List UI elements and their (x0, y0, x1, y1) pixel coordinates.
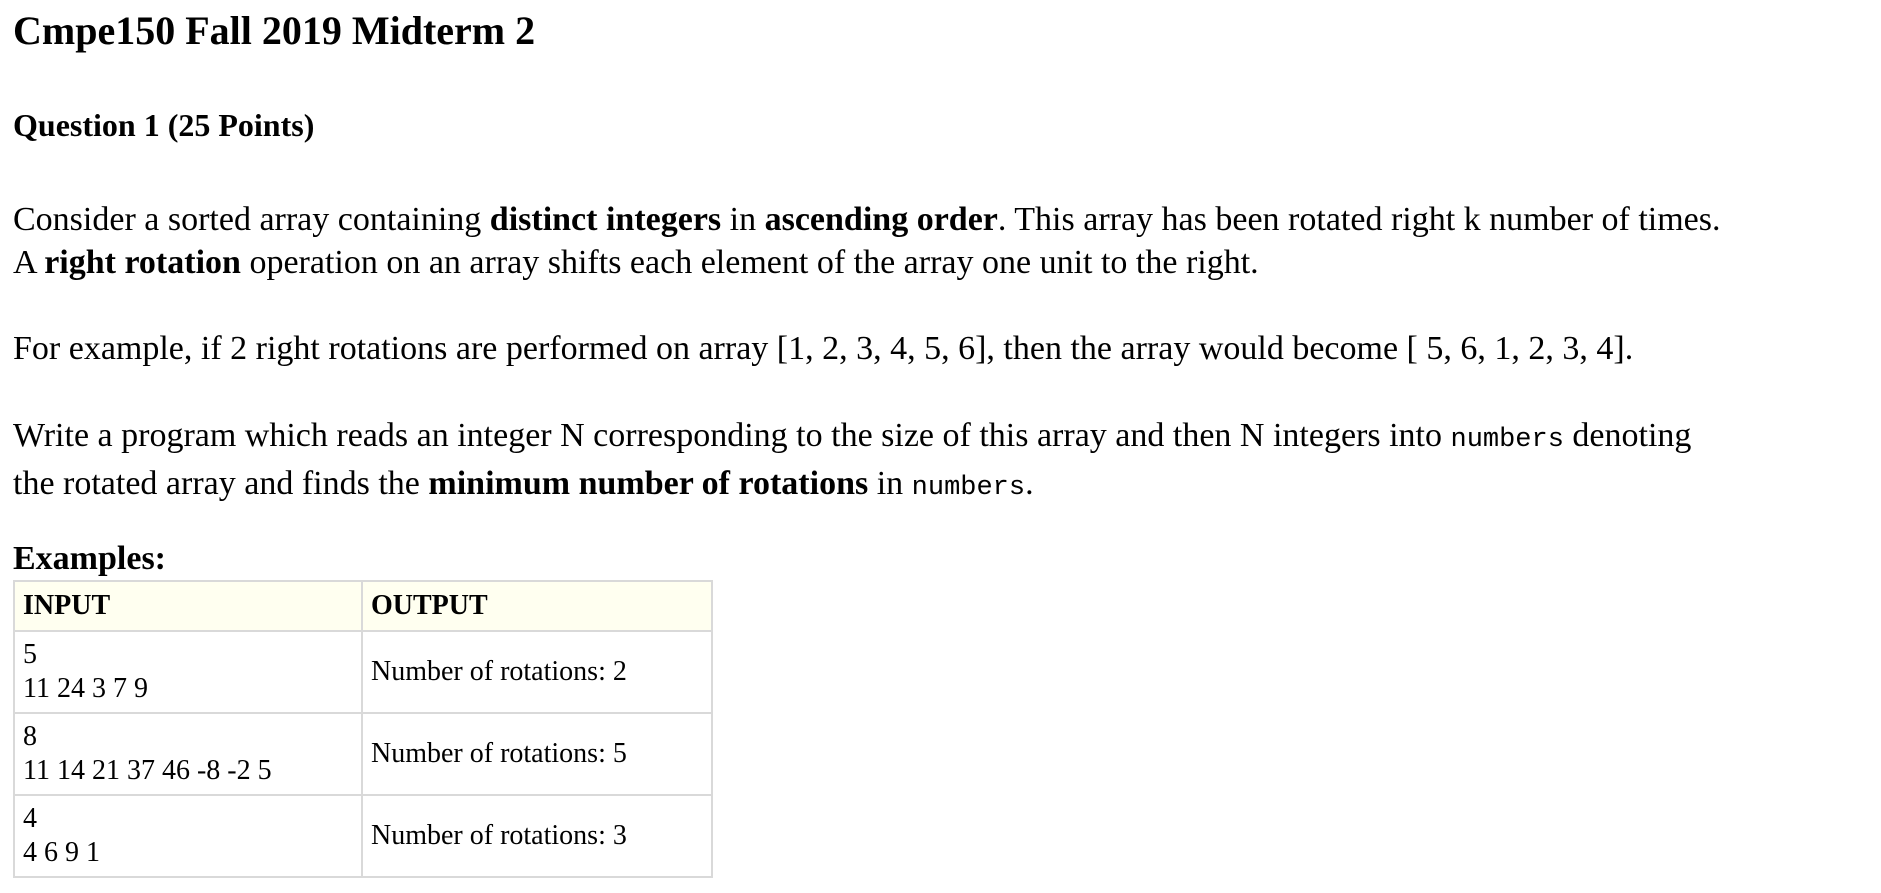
table-row: 8 11 14 21 37 46 -8 -2 5 Number of rotat… (13, 712, 713, 796)
bold-term: distinct integers (489, 201, 722, 238)
example-paragraph: For example, if 2 right rotations are pe… (13, 330, 1634, 367)
input-size: 4 (23, 803, 37, 834)
question-title: Question 1 (25 Points) (13, 107, 315, 143)
examples-heading: Examples: (13, 540, 166, 577)
code-term: numbers (911, 473, 1026, 503)
text-fragment: Consider a sorted array containing (13, 201, 490, 238)
text-fragment: denoting (1563, 417, 1692, 454)
text-fragment: . (1025, 465, 1034, 502)
task-paragraph: Write a program which reads an integer N… (13, 414, 1691, 510)
input-cell: 5 11 24 3 7 9 (13, 630, 363, 714)
task-paragraph-line-2: the rotated array and finds the minimum … (13, 462, 1691, 510)
text-fragment: in (721, 201, 765, 238)
table-header-row: INPUT OUTPUT (13, 580, 713, 632)
output-cell: Number of rotations: 3 (361, 794, 713, 878)
input-values: 11 14 21 37 46 -8 -2 5 (23, 755, 272, 786)
problem-description-line-2: A right rotation operation on an array s… (13, 241, 1721, 284)
input-size: 5 (23, 639, 37, 670)
code-term: numbers (1450, 425, 1564, 455)
output-cell: Number of rotations: 2 (361, 630, 713, 714)
problem-description-line-1: Consider a sorted array containing disti… (13, 198, 1721, 241)
input-cell: 8 11 14 21 37 46 -8 -2 5 (13, 712, 363, 796)
page-title: Cmpe150 Fall 2019 Midterm 2 (13, 8, 536, 53)
examples-table: INPUT OUTPUT 5 11 24 3 7 9 Number of rot… (13, 580, 713, 878)
column-header-input: INPUT (13, 580, 363, 632)
bold-term: minimum number of rotations (428, 465, 869, 502)
text-fragment: the rotated array and finds the (13, 465, 429, 502)
problem-description: Consider a sorted array containing disti… (13, 198, 1721, 284)
input-values: 4 6 9 1 (23, 837, 100, 868)
bold-term: ascending order (764, 201, 998, 238)
table-row: 5 11 24 3 7 9 Number of rotations: 2 (13, 630, 713, 714)
text-fragment: . This array has been rotated right k nu… (997, 201, 1721, 238)
task-paragraph-line-1: Write a program which reads an integer N… (13, 414, 1691, 462)
text-fragment: Write a program which reads an integer N… (13, 417, 1451, 454)
input-size: 8 (23, 721, 37, 752)
bold-term: right rotation (44, 244, 241, 281)
table-row: 4 4 6 9 1 Number of rotations: 3 (13, 794, 713, 878)
output-cell: Number of rotations: 5 (361, 712, 713, 796)
input-values: 11 24 3 7 9 (23, 673, 148, 704)
column-header-output: OUTPUT (361, 580, 713, 632)
text-fragment: A (13, 244, 45, 281)
text-fragment: in (868, 465, 912, 502)
text-fragment: operation on an array shifts each elemen… (240, 244, 1259, 281)
input-cell: 4 4 6 9 1 (13, 794, 363, 878)
